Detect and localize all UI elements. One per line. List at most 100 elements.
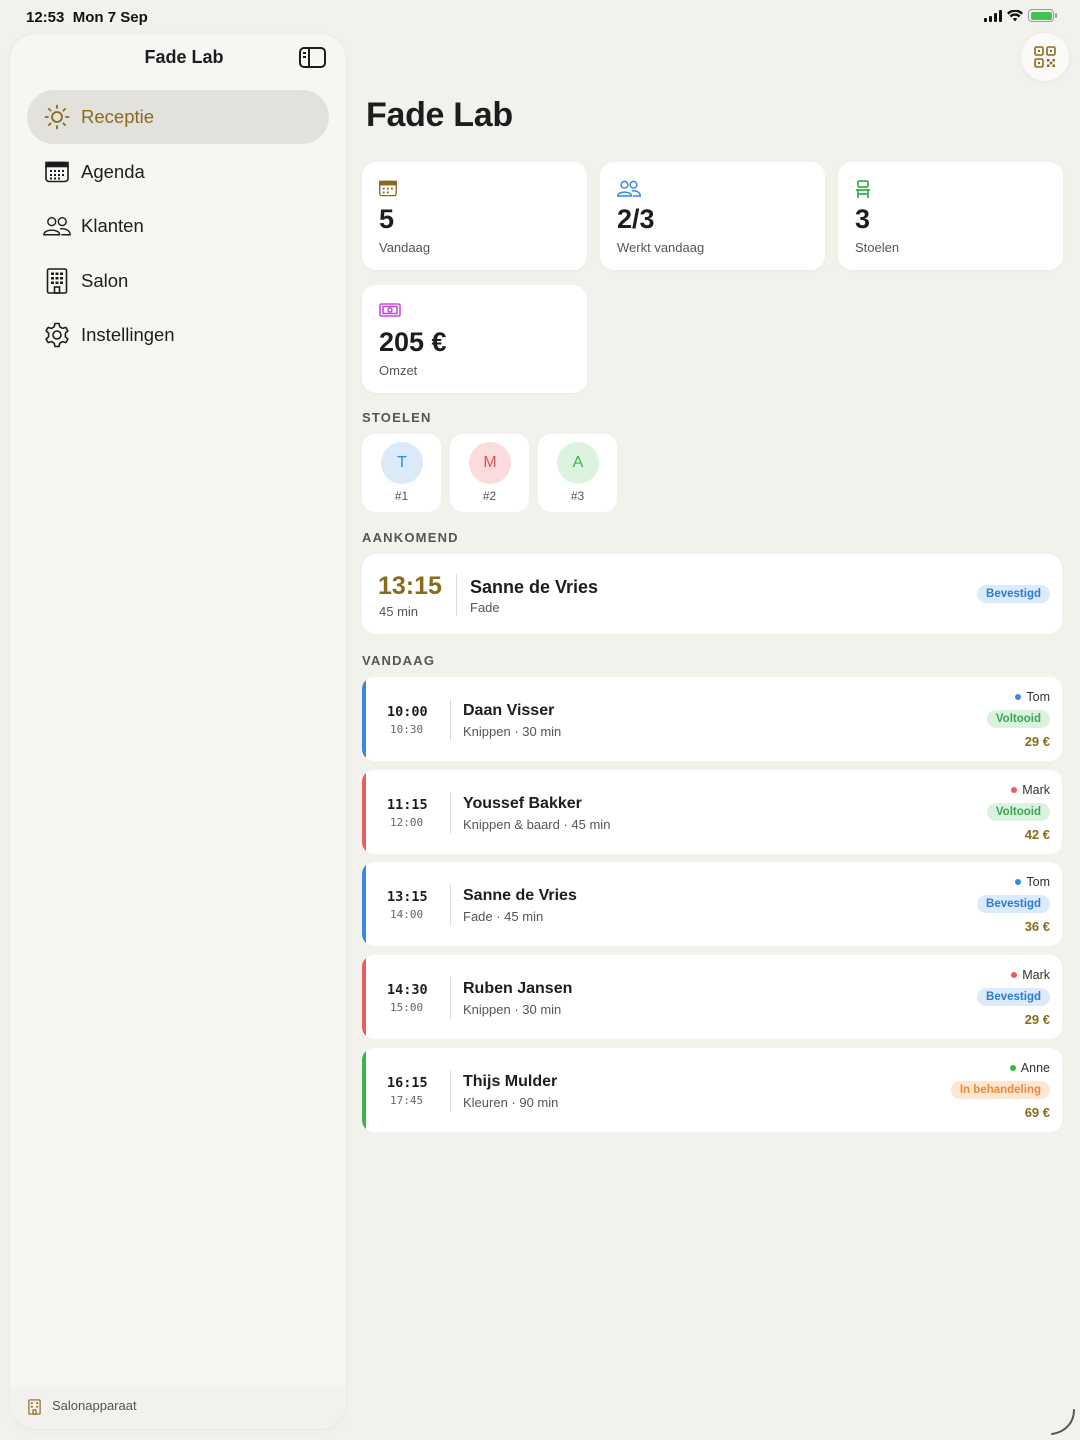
chair-number: #1 <box>394 489 409 503</box>
chair-card[interactable]: T #1 <box>362 434 441 512</box>
staff-label: Tom <box>1015 875 1050 889</box>
client-name: Daan Visser <box>463 702 555 719</box>
chair-number: #2 <box>482 489 497 503</box>
stat-card-staff: 2/3 Werkt vandaag <box>600 162 825 270</box>
resize-handle-icon[interactable] <box>1048 1408 1076 1436</box>
avatar: T <box>381 442 423 484</box>
appointment-row[interactable]: 13:15 14:00 Sanne de Vries Fade · 45 min… <box>362 862 1062 946</box>
sidebar-item-klanten[interactable]: Klanten <box>27 199 329 253</box>
service-name: Kleuren · 90 min <box>463 1095 559 1110</box>
qr-code-icon <box>1034 46 1056 68</box>
staff-dot <box>1011 972 1018 978</box>
sidebar-item-salon[interactable]: Salon <box>27 254 329 308</box>
service-name: Knippen · 30 min <box>463 1002 562 1017</box>
chair-card[interactable]: M #2 <box>450 434 529 512</box>
staff-color-bar <box>362 955 366 1039</box>
wifi-icon <box>1007 9 1023 21</box>
staff-dot <box>1011 787 1018 793</box>
sidebar-toggle-icon[interactable] <box>299 47 326 68</box>
staff-color-bar <box>362 1048 366 1132</box>
status-badge: Bevestigd <box>977 988 1050 1006</box>
staff-color-bar <box>362 862 366 946</box>
chair-card[interactable]: A #3 <box>538 434 617 512</box>
avatar: M <box>469 442 511 484</box>
service-name: Knippen & baard · 45 min <box>463 817 611 832</box>
price: 29 € <box>1024 1012 1050 1027</box>
sidebar-item-agenda[interactable]: Agenda <box>27 145 329 199</box>
price: 29 € <box>1024 734 1050 749</box>
staff-color-bar <box>362 677 366 761</box>
cellular-signal-icon <box>984 9 1002 22</box>
status-badge: Bevestigd <box>977 585 1050 603</box>
avatar: A <box>557 442 599 484</box>
staff-dot <box>1015 879 1022 885</box>
status-badge: Voltooid <box>986 803 1050 821</box>
sidebar-item-label: Salon <box>81 269 129 291</box>
calendar-icon <box>43 158 71 186</box>
start-time: 11:15 <box>387 797 428 813</box>
stat-value: 3 <box>855 204 871 234</box>
sidebar-header: Fade Lab <box>10 34 346 80</box>
price: 42 € <box>1024 827 1050 842</box>
staff-dot <box>1009 1065 1016 1071</box>
sidebar-item-label: Agenda <box>81 160 145 182</box>
sidebar-nav: Receptie Agenda Klanten Salon Instelling… <box>27 90 329 363</box>
status-badge: Voltooid <box>986 710 1050 728</box>
stat-label: Vandaag <box>379 240 431 255</box>
appointment-row[interactable]: 10:00 10:30 Daan Visser Knippen · 30 min… <box>362 677 1062 761</box>
calendar-icon <box>379 180 399 198</box>
sidebar-item-label: Klanten <box>81 215 144 236</box>
start-time: 13:15 <box>387 889 428 905</box>
stat-value: 2/3 <box>617 204 655 234</box>
end-time: 17:45 <box>390 1094 424 1107</box>
divider <box>450 792 451 834</box>
start-time: 14:30 <box>387 982 428 998</box>
price: 36 € <box>1024 919 1050 934</box>
sidebar-item-receptie[interactable]: Receptie <box>27 90 329 144</box>
device-label: Salonapparaat <box>52 1398 137 1413</box>
service-name: Fade <box>470 600 500 615</box>
end-time: 12:00 <box>390 816 424 829</box>
section-header-upcoming: AANKOMEND <box>362 530 459 545</box>
staff-label: Mark <box>1011 783 1050 797</box>
people-icon <box>43 212 71 240</box>
appointment-row[interactable]: 16:15 17:45 Thijs Mulder Kleuren · 90 mi… <box>362 1048 1062 1132</box>
sun-icon <box>43 103 71 131</box>
status-icons <box>984 9 1057 22</box>
chair-icon <box>855 180 875 198</box>
end-time: 15:00 <box>390 1001 424 1014</box>
upcoming-appointment-card[interactable]: 13:15 45 min Sanne de Vries Fade Bevesti… <box>362 554 1062 634</box>
service-name: Fade · 45 min <box>463 909 544 924</box>
stat-value: 5 <box>379 204 395 234</box>
upcoming-duration: 45 min <box>379 604 419 619</box>
staff-color-bar <box>362 770 366 854</box>
page-title: Fade Lab <box>366 96 513 134</box>
status-badge: In behandeling <box>950 1081 1050 1099</box>
sidebar: Fade Lab Receptie Agenda Klanten Salon I… <box>10 34 346 1429</box>
service-name: Knippen · 30 min <box>463 724 562 739</box>
status-badge: Bevestigd <box>977 895 1050 913</box>
client-name: Sanne de Vries <box>463 887 577 904</box>
staff-dot <box>1015 694 1022 700</box>
client-name: Youssef Bakker <box>463 795 582 812</box>
client-name: Sanne de Vries <box>470 577 599 597</box>
divider <box>456 574 457 616</box>
divider <box>450 699 451 741</box>
start-time: 10:00 <box>387 704 428 720</box>
sidebar-footer: Salonapparaat <box>10 1387 346 1429</box>
stat-card-today: 5 Vandaag <box>362 162 587 270</box>
staff-label: Tom <box>1015 690 1050 704</box>
battery-icon <box>1028 9 1057 22</box>
start-time: 16:15 <box>387 1075 428 1091</box>
stat-card-revenue: 205 € Omzet <box>362 285 587 393</box>
client-name: Ruben Jansen <box>463 980 573 997</box>
building-icon <box>28 1399 41 1420</box>
qr-code-button[interactable] <box>1021 33 1069 81</box>
divider <box>450 884 451 926</box>
appointment-row[interactable]: 14:30 15:00 Ruben Jansen Knippen · 30 mi… <box>362 955 1062 1039</box>
sidebar-item-label: Instellingen <box>81 324 175 345</box>
sidebar-item-label: Receptie <box>81 106 155 127</box>
appointment-row[interactable]: 11:15 12:00 Youssef Bakker Knippen & baa… <box>362 770 1062 854</box>
sidebar-item-instellingen[interactable]: Instellingen <box>27 308 329 362</box>
staff-label: Anne <box>1009 1061 1050 1075</box>
